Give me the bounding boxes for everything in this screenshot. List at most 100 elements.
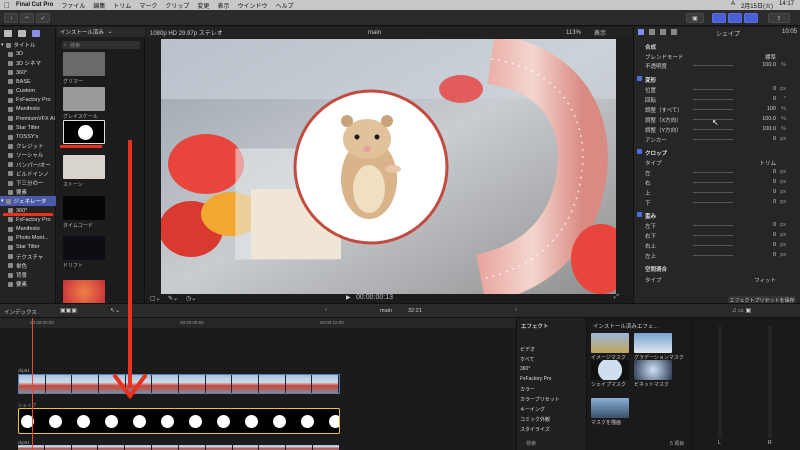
inspector-row-value[interactable]: 標準 [765,53,776,61]
section-enable-checkbox[interactable] [637,212,642,217]
inspector-slider[interactable] [693,99,733,100]
fullscreen-icon[interactable]: ⤢ [614,294,619,301]
show-inspector-button[interactable] [744,13,758,23]
play-icon[interactable]: ▶ [346,294,351,301]
inspector-slider[interactable] [693,65,733,66]
timeline-project-name[interactable]: main [380,308,392,314]
effect-thumbnail[interactable] [591,360,629,380]
browser-search-input[interactable]: 検索 [62,41,140,49]
inspector-row[interactable]: 左 0 px [633,168,800,177]
inspector-slider[interactable] [693,255,733,256]
menu-mark[interactable]: マーク [139,1,157,10]
inspector-slider[interactable] [693,139,733,140]
effects-category[interactable]: FxFactory Pro [520,376,551,382]
inspector-slider[interactable] [693,172,733,173]
inspector-row-value[interactable]: 100.0 [762,126,776,132]
effects-category[interactable]: ビデオ [520,346,535,353]
shape-generator-clip[interactable] [18,408,340,434]
inspector-row-value[interactable]: 0 [773,199,776,205]
section-enable-checkbox[interactable] [637,149,642,154]
video-inspector-icon[interactable] [638,29,644,35]
menu-help[interactable]: ヘルプ [275,1,293,10]
inspector-row[interactable]: 右上 0 px [633,241,800,250]
generator-thumbnail[interactable] [63,236,105,260]
inspector-row[interactable]: 合成 [633,42,800,51]
keyword-button[interactable]: ⌐ [20,13,34,23]
effects-category[interactable]: スタイライズ [520,426,550,433]
browser-filter-label[interactable]: インストール済み [60,28,104,36]
inspector-row-value[interactable]: 0 [773,252,776,258]
enhance-tool-icon[interactable]: ✎⌄ [168,295,178,302]
playhead[interactable] [32,318,33,450]
titles-generators-icon[interactable] [32,30,40,37]
video-clip-bottom[interactable] [18,445,340,450]
effects-category[interactable]: 360° [520,366,530,372]
timeline-ruler[interactable]: 00:00:00:00 00:00:05:00 00:00:10:00 [0,318,516,328]
menu-window[interactable]: ウインドウ [237,1,267,10]
inspector-row-value[interactable]: 0 [773,169,776,175]
effects-category[interactable]: カラー [520,386,535,393]
color-inspector-icon[interactable] [649,29,655,35]
info-inspector-icon[interactable] [671,29,677,35]
inspector-row-value[interactable]: 100.0 [762,62,776,68]
disclosure-triangle-icon[interactable]: ▾ [1,42,4,48]
effects-installed-filter[interactable]: インストール済みエフェ... [593,322,658,330]
viewer-canvas[interactable] [161,39,616,294]
inspector-row-value[interactable]: 0 [773,86,776,92]
inspector-row-value[interactable]: 0 [773,179,776,185]
zoom-menu[interactable]: 113% [566,30,581,36]
inspector-row[interactable]: タイプ トリム [633,158,800,167]
inspector-row-value[interactable]: トリム [759,159,776,167]
inspector-slider[interactable] [693,129,733,130]
inspector-slider[interactable] [693,89,733,90]
inspector-row[interactable]: 右下 0 px [633,231,800,240]
inspector-row[interactable]: 下 0 px [633,198,800,207]
inspector-row-value[interactable]: 0 [773,189,776,195]
inspector-row[interactable]: 空間適合 [633,264,800,273]
inspector-row-value[interactable]: 0 [773,96,776,102]
inspector-row[interactable]: 左上 0 px [633,251,800,260]
effect-thumbnail[interactable] [634,360,672,380]
generator-thumbnail[interactable] [63,280,105,304]
inspector-row-value[interactable]: フィット [754,276,776,284]
effect-thumbnail[interactable] [591,333,629,353]
generator-thumbnail[interactable] [63,87,105,111]
library-icon[interactable] [4,30,12,37]
effect-thumbnail[interactable] [634,333,672,353]
apple-icon[interactable]:  [4,1,10,10]
inspector-row[interactable]: 上 0 px [633,188,800,197]
inspector-row[interactable]: 左下 0 px [633,221,800,230]
sidebar-item[interactable]: 要素 [0,279,56,289]
select-tool-icon[interactable]: ↖⌄ [110,307,120,314]
effect-thumbnail[interactable] [591,398,629,418]
inspector-slider[interactable] [693,225,733,226]
inspector-row[interactable]: タイプ フィット [633,275,800,284]
view-menu[interactable]: 表示 [594,28,606,37]
inspector-row-value[interactable]: 0 [773,222,776,228]
inspector-slider[interactable] [693,245,733,246]
share-button[interactable]: ⇪ [768,13,790,23]
inspector-row-value[interactable]: 0 [773,232,776,238]
section-enable-checkbox[interactable] [637,76,642,81]
menu-edit[interactable]: 編集 [93,1,105,10]
inspector-row[interactable]: ブレンドモード 標準 [633,52,800,61]
inspector-row[interactable]: 回転 0 ° [633,95,800,104]
inspector-row[interactable]: アンカー 0 px [633,135,800,144]
inspector-slider[interactable] [693,202,733,203]
inspector-row[interactable]: 位置 0 px [633,85,800,94]
browser-header[interactable]: インストール済み ⌄ [57,27,145,37]
disclosure-triangle-icon[interactable]: ▾ [1,198,4,204]
index-button[interactable]: インデックス [4,308,37,316]
import-button[interactable]: ↓ [4,13,18,23]
inspector-slider[interactable] [693,192,733,193]
transform-tool-icon[interactable]: ▢⌄ [150,295,161,302]
background-task-button[interactable]: ✓ [36,13,50,23]
generator-thumbnail[interactable] [63,120,105,144]
menu-file[interactable]: ファイル [61,1,85,10]
input-method-indicator[interactable]: A [731,1,735,10]
show-browser-button[interactable] [712,13,726,23]
append-edit-icon[interactable]: ▣▣▣ [60,307,77,314]
generator-thumbnail[interactable] [63,52,105,76]
effects-category[interactable]: すべて [520,356,534,363]
inspector-section[interactable]: クロップ [633,147,800,157]
